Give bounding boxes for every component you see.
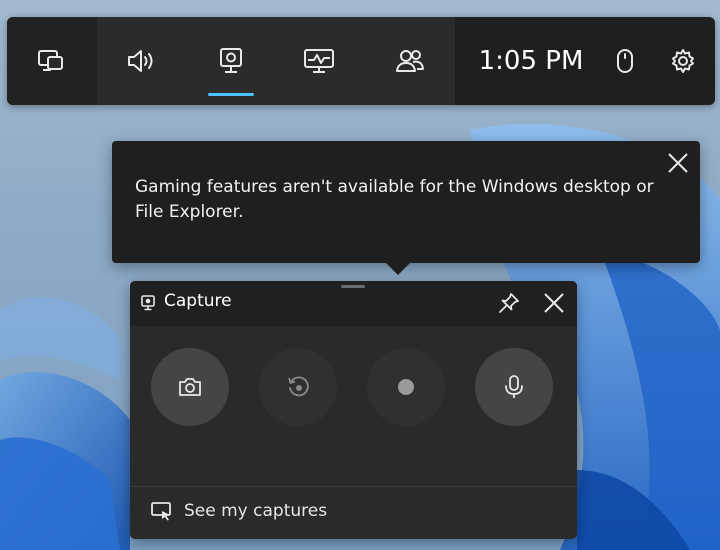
- settings-button[interactable]: [643, 17, 715, 105]
- record-icon: [398, 379, 414, 395]
- capture-icon: [220, 48, 242, 73]
- pin-icon: [499, 293, 519, 313]
- game-bar: 1:05 PM: [7, 17, 715, 105]
- see-captures-label: See my captures: [184, 501, 328, 521]
- audio-icon: [128, 50, 153, 72]
- audio-button[interactable]: [102, 17, 182, 105]
- settings-icon: [672, 49, 694, 73]
- active-tab-indicator: [208, 93, 254, 96]
- start-recording-button[interactable]: [367, 348, 445, 426]
- clock-display: 1:05 PM: [478, 46, 584, 76]
- toast-message: Gaming features aren't available for the…: [135, 177, 654, 222]
- capture-close-button[interactable]: [542, 291, 566, 319]
- mouse-icon: [617, 49, 633, 73]
- toast-close-button[interactable]: [666, 151, 690, 175]
- microphone-button[interactable]: [475, 348, 553, 426]
- performance-button[interactable]: [279, 17, 359, 105]
- capture-button[interactable]: [191, 17, 271, 105]
- capture-widget: Capture See my captures: [130, 281, 577, 539]
- screenshot-button[interactable]: [151, 348, 229, 426]
- drag-handle[interactable]: [341, 285, 365, 288]
- social-icon: [396, 50, 424, 72]
- pin-button[interactable]: [498, 292, 520, 318]
- camera-icon: [179, 378, 201, 396]
- capture-title-icon-wrap: [141, 295, 155, 315]
- footer-divider: [130, 486, 577, 487]
- widget-menu-button[interactable]: [12, 17, 92, 105]
- gallery-icon: [151, 502, 171, 521]
- widget-menu-icon: [38, 50, 63, 71]
- social-button[interactable]: [370, 17, 450, 105]
- toast-pointer: [385, 262, 411, 275]
- capture-icon: [141, 295, 155, 311]
- notification-toast: Gaming features aren't available for the…: [112, 141, 700, 263]
- microphone-icon: [505, 375, 523, 398]
- close-icon: [668, 153, 688, 173]
- close-icon: [544, 293, 564, 313]
- record-last-icon: [288, 376, 309, 397]
- capture-title: Capture: [164, 291, 232, 311]
- record-last-button[interactable]: [259, 348, 337, 426]
- performance-icon: [304, 49, 334, 73]
- capture-header[interactable]: Capture: [130, 281, 577, 326]
- see-captures-link[interactable]: See my captures: [150, 501, 327, 521]
